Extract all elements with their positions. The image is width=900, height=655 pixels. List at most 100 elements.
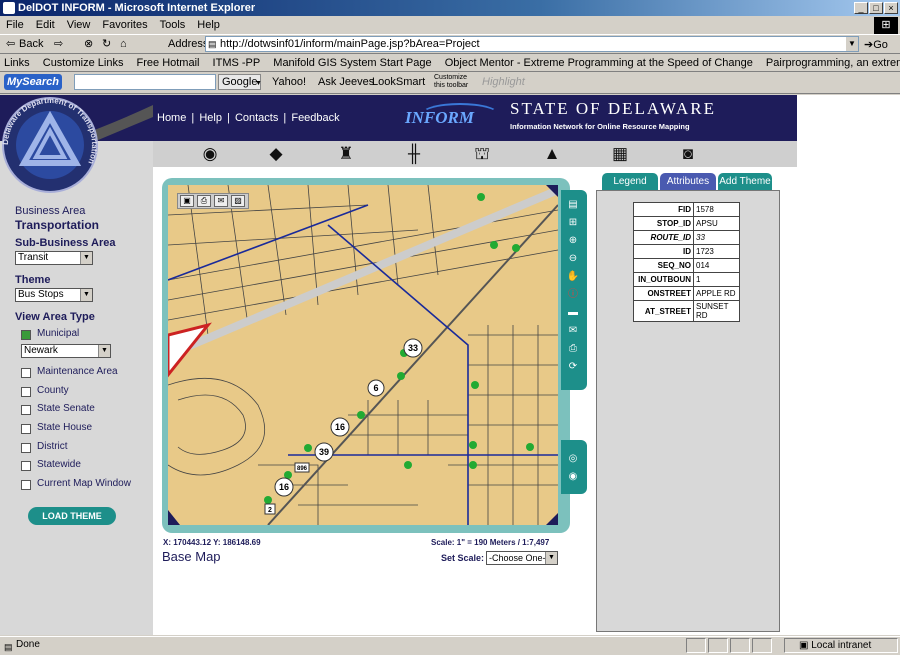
stop-icon[interactable]: ⊗ (84, 35, 93, 53)
district-label: District (37, 441, 68, 452)
highlight-button[interactable]: Highlight (482, 72, 525, 92)
attr-value: APPLE RD (693, 286, 740, 301)
base-map-link[interactable]: Base Map (162, 549, 221, 564)
attr-key: ID (633, 244, 694, 259)
print-icon[interactable]: ⎙ (566, 342, 580, 356)
link-item[interactable]: Free Hotmail (137, 57, 200, 69)
pan-hand-icon[interactable]: ✋ (566, 270, 580, 284)
menu-file[interactable]: File (6, 19, 24, 31)
road-sign-icon[interactable]: ◆ (265, 144, 287, 164)
chevron-down-icon: ▼ (80, 252, 92, 264)
tab-attributes[interactable]: Attributes (660, 173, 716, 190)
nav-home[interactable]: Home (157, 112, 186, 124)
set-scale-select[interactable]: -Choose One- ▼ (486, 551, 558, 565)
home-icon[interactable]: ⌂ (120, 35, 127, 53)
nav-contacts[interactable]: Contacts (235, 112, 278, 124)
state-senate-checkbox[interactable] (21, 405, 31, 415)
railroad (168, 186, 558, 359)
attr-value: 1 (693, 272, 740, 287)
menu-tools[interactable]: Tools (160, 19, 186, 31)
dropdown-icon[interactable]: ▼ (255, 74, 265, 94)
attr-key: SEQ_NO (633, 258, 694, 273)
back-button[interactable]: Back (19, 35, 43, 53)
mountains-icon[interactable]: ▲ (541, 144, 563, 164)
address-input[interactable]: ▤ http://dotwsinf01/inform/mainPage.jsp?… (205, 36, 859, 52)
link-item[interactable]: Manifold GIS System Start Page (273, 57, 431, 69)
link-item[interactable]: Object Mentor - Extreme Programming at t… (445, 57, 753, 69)
state-senate-label: State Senate (37, 403, 95, 414)
address-dropdown-icon[interactable]: ▼ (846, 37, 858, 51)
measure-icon[interactable]: ▬ (566, 306, 580, 320)
search-toolbar: MySearch Google ▼ Yahoo! Ask Jeeves Look… (0, 72, 900, 94)
map-view[interactable]: 33 6 16 39 16 2 896 (168, 185, 558, 525)
mail-icon[interactable]: ✉ (566, 324, 580, 338)
sub-business-area-select[interactable]: Transit ▼ (15, 251, 93, 265)
load-theme-button[interactable]: LOAD THEME (28, 507, 116, 525)
back-arrow-icon[interactable]: ⇦ (6, 35, 15, 53)
nav-help[interactable]: Help (199, 112, 222, 124)
close-button[interactable]: × (884, 2, 898, 14)
zone-cell: ▣ Local intranet (784, 638, 898, 653)
layers-icon[interactable]: ▤ (566, 198, 580, 212)
select-icon[interactable]: ⊞ (566, 216, 580, 230)
route-label: 16 (279, 482, 289, 492)
askjeeves-link[interactable]: Ask Jeeves (318, 72, 374, 92)
header-nav: Home | Help | Contacts | Feedback (157, 112, 342, 124)
statewide-checkbox[interactable] (21, 461, 31, 471)
forward-arrow-icon[interactable]: ⇨ (54, 35, 63, 53)
current-map-window-checkbox[interactable] (21, 480, 31, 490)
utility-pole-icon[interactable]: ╫ (403, 144, 425, 164)
menu-help[interactable]: Help (197, 19, 220, 31)
link-item[interactable]: Pairprogramming, an extreme programming … (766, 57, 900, 69)
corner-marker (168, 510, 180, 525)
maximize-button[interactable]: □ (869, 2, 883, 14)
email-icon[interactable]: ✉ (214, 195, 228, 207)
looksmart-link[interactable]: LookSmart (372, 72, 425, 92)
print-icon[interactable]: ⎙ (197, 195, 211, 207)
zoom-in-icon[interactable]: ⊕ (566, 234, 580, 248)
zoom-out-icon[interactable]: ⊖ (566, 252, 580, 266)
save-icon[interactable]: ▣ (180, 195, 194, 207)
building-icon[interactable]: ▦ (609, 144, 631, 164)
menu-view[interactable]: View (67, 19, 91, 31)
menu-favorites[interactable]: Favorites (102, 19, 147, 31)
tire-icon[interactable]: ◉ (199, 144, 221, 164)
refresh-icon[interactable]: ↻ (102, 35, 111, 53)
eye-icon[interactable]: ◎ (566, 452, 580, 466)
camera-icon[interactable]: ◙ (677, 144, 699, 164)
link-item[interactable]: ITMS -PP (213, 57, 261, 69)
map-tools-panel-2: ◎ ◉ (561, 440, 587, 494)
link-item[interactable]: Customize Links (43, 57, 124, 69)
menu-edit[interactable]: Edit (36, 19, 55, 31)
state-house-checkbox[interactable] (21, 424, 31, 434)
minimize-button[interactable]: _ (854, 2, 868, 14)
status-cell (686, 638, 706, 653)
table-row: SEQ_NO 014 (633, 258, 740, 273)
map-streets (168, 185, 558, 525)
district-checkbox[interactable] (21, 443, 31, 453)
deldot-logo: Delaware Department of Transportation (1, 96, 153, 193)
capitol-icon[interactable]: ⛫ (471, 144, 493, 164)
yahoo-link[interactable]: Yahoo! (272, 72, 306, 92)
county-checkbox[interactable] (21, 387, 31, 397)
nav-feedback[interactable]: Feedback (291, 112, 339, 124)
status-cell (730, 638, 750, 653)
attr-value: APSU (693, 216, 740, 231)
tab-legend[interactable]: Legend (602, 173, 658, 190)
info-icon[interactable]: ⓘ (566, 288, 580, 302)
refresh-icon[interactable]: ⟳ (566, 360, 580, 374)
binoculars-icon[interactable]: ◉ (566, 470, 580, 484)
fire-hydrant-icon[interactable]: ♜ (335, 144, 357, 164)
tab-add-theme[interactable]: Add Theme (718, 173, 772, 190)
customize-toolbar-link[interactable]: Customize this toolbar (434, 74, 478, 90)
image-icon[interactable]: ▨ (231, 195, 245, 207)
municipal-select[interactable]: Newark ▼ (21, 344, 111, 358)
maintenance-area-checkbox[interactable] (21, 368, 31, 378)
county-label: County (37, 385, 69, 396)
route-label: 896 (297, 466, 308, 472)
theme-select[interactable]: Bus Stops ▼ (15, 288, 93, 302)
go-button[interactable]: ➔Go (864, 37, 888, 53)
mysearch-logo: MySearch (4, 74, 62, 90)
search-input[interactable] (74, 74, 216, 90)
municipal-checkbox[interactable] (21, 330, 31, 340)
